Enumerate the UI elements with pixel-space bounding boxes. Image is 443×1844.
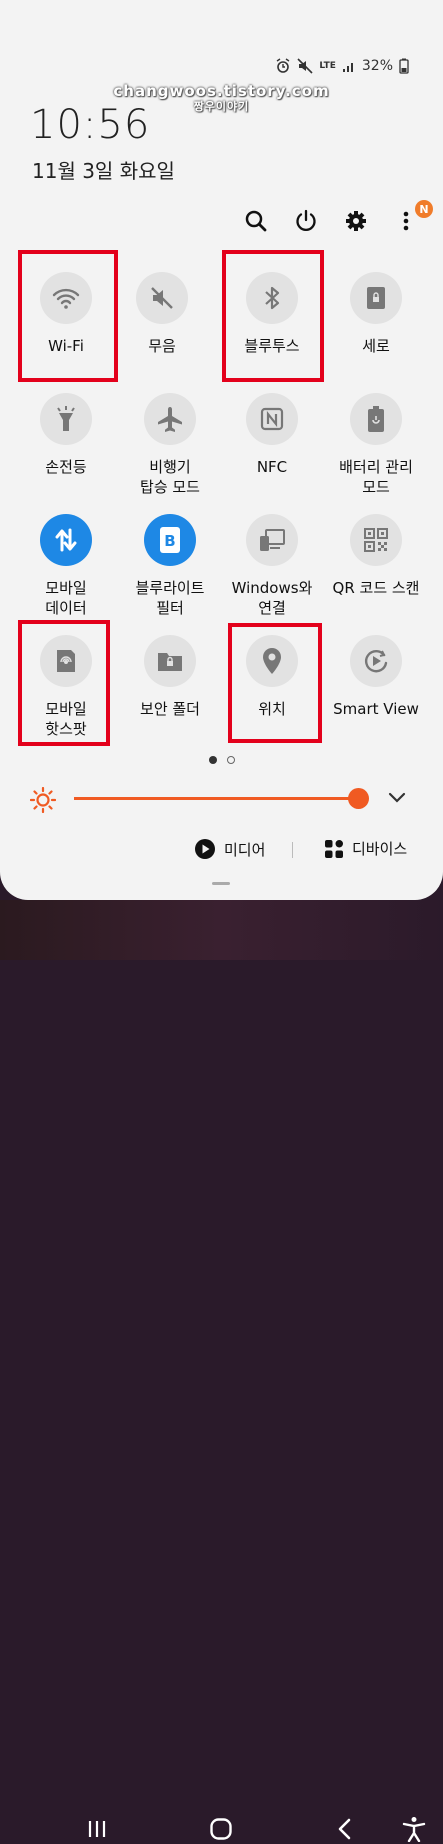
tile-mute[interactable]: 무음 bbox=[112, 272, 212, 356]
tile-secure-folder-label: 보안 폴더 bbox=[140, 700, 200, 718]
tile-mobile-data-label: 모바일 데이터 bbox=[45, 579, 87, 617]
tile-secure-folder[interactable]: 보안 폴더 bbox=[120, 635, 220, 719]
clock-time[interactable]: 10:56 bbox=[30, 102, 150, 148]
quick-panel: LTE 32% changwoos.tistory.com 짱우이야기 10:5… bbox=[0, 0, 443, 900]
tile-nfc-label: NFC bbox=[256, 458, 288, 476]
blue-light-icon: B bbox=[160, 527, 180, 553]
highlight-box-location bbox=[228, 623, 322, 743]
accessibility-button[interactable] bbox=[399, 1814, 429, 1844]
mobile-data-icon bbox=[55, 528, 77, 552]
recent-apps-icon bbox=[88, 1821, 106, 1837]
brightness-slider-track[interactable] bbox=[74, 797, 358, 800]
chevron-down-icon[interactable] bbox=[388, 792, 406, 804]
media-output-label: 미디어 bbox=[224, 840, 266, 859]
panel-drag-handle[interactable] bbox=[212, 882, 230, 885]
portrait-lock-icon bbox=[367, 287, 385, 309]
alarm-icon bbox=[276, 58, 290, 73]
tile-secure-folder-toggle[interactable] bbox=[144, 635, 196, 687]
tile-battery-saver-label: 배터리 관리 모드 bbox=[339, 458, 413, 496]
tile-blue-light-label: 블루라이트 필터 bbox=[135, 579, 205, 617]
devices-grid-icon bbox=[325, 839, 343, 858]
back-button[interactable] bbox=[330, 1814, 360, 1844]
tile-battery-saver[interactable]: 배터리 관리 모드 bbox=[326, 393, 426, 497]
mute-status-icon bbox=[297, 58, 313, 74]
home-icon bbox=[210, 1818, 232, 1840]
svg-text:B: B bbox=[164, 532, 175, 550]
back-icon bbox=[338, 1818, 351, 1840]
qr-icon bbox=[364, 528, 388, 552]
bottom-divider bbox=[292, 842, 293, 858]
media-output-button[interactable]: 미디어 bbox=[194, 838, 265, 860]
tile-airplane-label: 비행기 탑승 모드 bbox=[140, 458, 200, 496]
tile-link-windows[interactable]: Windows와 연결 bbox=[222, 514, 322, 618]
tile-smart-view-label: Smart View bbox=[333, 700, 419, 718]
navigation-bar bbox=[0, 900, 443, 1842]
tile-flashlight-toggle[interactable] bbox=[40, 393, 92, 445]
gear-icon bbox=[346, 211, 366, 231]
tile-mobile-data[interactable]: 모바일 데이터 bbox=[16, 514, 116, 618]
tile-mute-label: 무음 bbox=[148, 337, 176, 355]
quick-panel-toolbar: N bbox=[241, 200, 433, 236]
tile-mobile-data-toggle[interactable] bbox=[40, 514, 92, 566]
power-icon bbox=[296, 209, 316, 232]
link-windows-icon bbox=[260, 529, 285, 551]
tile-flashlight-label: 손전등 bbox=[45, 458, 87, 476]
brightness-sun-icon bbox=[30, 787, 56, 813]
highlight-box-wifi bbox=[18, 250, 118, 382]
tile-portrait-label: 세로 bbox=[362, 337, 390, 355]
tile-qr-scan-label: QR 코드 스캔 bbox=[332, 579, 420, 597]
tile-portrait[interactable]: 세로 bbox=[326, 272, 426, 356]
tile-flashlight[interactable]: 손전등 bbox=[16, 393, 116, 477]
page-indicator[interactable] bbox=[0, 756, 443, 764]
tile-qr-scan[interactable]: QR 코드 스캔 bbox=[326, 514, 426, 598]
accessibility-icon bbox=[402, 1817, 426, 1842]
tile-blue-light[interactable]: B 블루라이트 필터 bbox=[120, 514, 220, 618]
secure-folder-icon bbox=[158, 653, 182, 671]
brightness-control bbox=[30, 784, 420, 814]
status-bar: LTE 32% bbox=[275, 58, 409, 74]
more-vertical-icon bbox=[403, 211, 409, 231]
flashlight-icon bbox=[57, 406, 75, 431]
tile-mute-toggle[interactable] bbox=[136, 272, 188, 324]
battery-saver-icon bbox=[368, 406, 384, 432]
network-type: LTE bbox=[319, 61, 336, 71]
brightness-slider-thumb[interactable] bbox=[348, 788, 369, 809]
battery-icon bbox=[399, 58, 409, 74]
power-button[interactable] bbox=[291, 206, 321, 236]
tile-smart-view-toggle[interactable] bbox=[350, 635, 402, 687]
tile-nfc[interactable]: NFC bbox=[222, 393, 322, 477]
smart-view-icon bbox=[365, 650, 388, 673]
home-button[interactable] bbox=[206, 1814, 236, 1844]
tile-airplane-toggle[interactable] bbox=[144, 393, 196, 445]
devices-label: 디바이스 bbox=[352, 840, 408, 858]
mute-icon bbox=[151, 287, 173, 309]
tile-nfc-toggle[interactable] bbox=[246, 393, 298, 445]
tile-smart-view[interactable]: Smart View bbox=[326, 635, 426, 719]
tile-blue-light-toggle[interactable]: B bbox=[144, 514, 196, 566]
tile-portrait-toggle[interactable] bbox=[350, 272, 402, 324]
tile-qr-scan-toggle[interactable] bbox=[350, 514, 402, 566]
tile-airplane[interactable]: 비행기 탑승 모드 bbox=[120, 393, 220, 497]
settings-button[interactable] bbox=[341, 206, 371, 236]
notification-badge: N bbox=[415, 200, 433, 218]
tile-link-windows-label: Windows와 연결 bbox=[231, 579, 313, 617]
clock-date[interactable]: 11월 3일 화요일 bbox=[32, 155, 175, 184]
nfc-icon bbox=[260, 407, 284, 431]
airplane-icon bbox=[158, 407, 182, 432]
tile-link-windows-toggle[interactable] bbox=[246, 514, 298, 566]
search-button[interactable] bbox=[241, 206, 271, 236]
tile-battery-saver-toggle[interactable] bbox=[350, 393, 402, 445]
play-circle-icon bbox=[195, 839, 215, 859]
highlight-box-bluetooth bbox=[222, 250, 324, 382]
devices-button[interactable]: 디바이스 bbox=[324, 838, 407, 859]
page-dot-current[interactable] bbox=[208, 756, 217, 764]
battery-percent: 32% bbox=[361, 58, 393, 74]
signal-icon bbox=[342, 63, 353, 72]
recent-apps-button[interactable] bbox=[82, 1814, 112, 1844]
page-dot[interactable] bbox=[226, 756, 235, 764]
highlight-box-hotspot bbox=[18, 620, 110, 746]
more-options-button[interactable]: N bbox=[391, 200, 433, 236]
search-icon bbox=[245, 210, 267, 232]
